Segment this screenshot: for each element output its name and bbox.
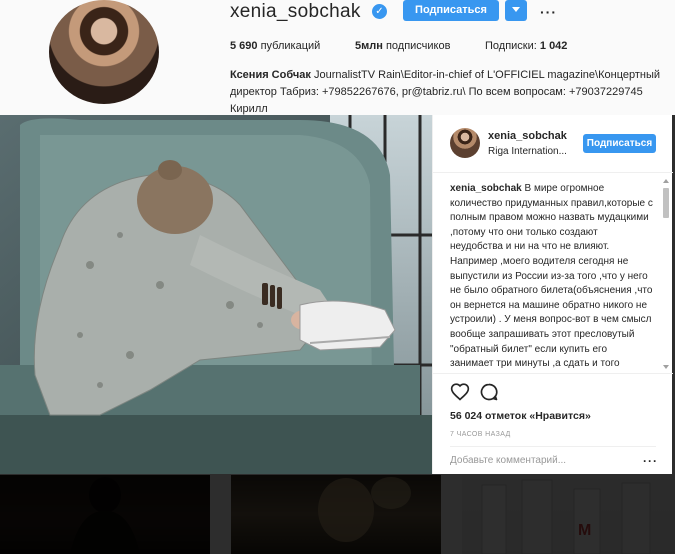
- heart-icon[interactable]: [450, 382, 470, 402]
- follow-button[interactable]: Подписаться: [583, 134, 656, 153]
- profile-avatar[interactable]: [49, 0, 159, 104]
- avatar[interactable]: [450, 128, 480, 158]
- post-header: xenia_sobchak Riga Internation... Подпис…: [433, 115, 673, 173]
- more-options-icon[interactable]: ···: [643, 454, 658, 468]
- chevron-down-icon[interactable]: [505, 0, 527, 21]
- verified-badge-icon: ✓: [372, 4, 387, 19]
- caption-scroll-area[interactable]: xenia_sobchak В мире огромное количество…: [433, 173, 673, 373]
- more-options-icon[interactable]: ···: [540, 4, 557, 20]
- scroll-up-arrow-icon[interactable]: [663, 178, 669, 184]
- post-location[interactable]: Riga Internation...: [488, 146, 567, 157]
- following-stat[interactable]: Подписки: 1 042: [485, 40, 567, 52]
- scroll-thumb[interactable]: [663, 188, 669, 218]
- caption-text: В мире огромное количество придуманных п…: [450, 183, 653, 373]
- profile-bio: Ксения Собчак JournalistTV Rain\Editor-i…: [230, 67, 670, 118]
- post-username[interactable]: xenia_sobchak: [488, 130, 567, 142]
- comment-input[interactable]: Добавьте комментарий...: [450, 446, 656, 472]
- bio-name: Ксения Собчак: [230, 69, 311, 81]
- comment-bubble-icon[interactable]: [479, 382, 499, 402]
- followers-stat[interactable]: 5млн подписчиков: [355, 40, 450, 52]
- scroll-down-arrow-icon[interactable]: [663, 364, 669, 370]
- scrollbar[interactable]: [663, 178, 669, 370]
- post-sidebar: xenia_sobchak Riga Internation... Подпис…: [432, 115, 673, 474]
- caption-username[interactable]: xenia_sobchak: [450, 183, 522, 194]
- post-actions: 56 024 отметок «Нравится» 7 ЧАСОВ НАЗАД …: [433, 373, 673, 474]
- post-image: [0, 115, 432, 474]
- profile-follow-button[interactable]: Подписаться: [403, 0, 499, 21]
- post-caption: xenia_sobchak В мире огромное количество…: [450, 182, 653, 373]
- profile-username: xenia_sobchak: [230, 1, 361, 22]
- post-timestamp: 7 ЧАСОВ НАЗАД: [450, 431, 511, 438]
- posts-stat[interactable]: 5 690 публикаций: [230, 40, 320, 52]
- post-photo[interactable]: [0, 115, 432, 474]
- likes-count[interactable]: 56 024 отметок «Нравится»: [450, 410, 591, 422]
